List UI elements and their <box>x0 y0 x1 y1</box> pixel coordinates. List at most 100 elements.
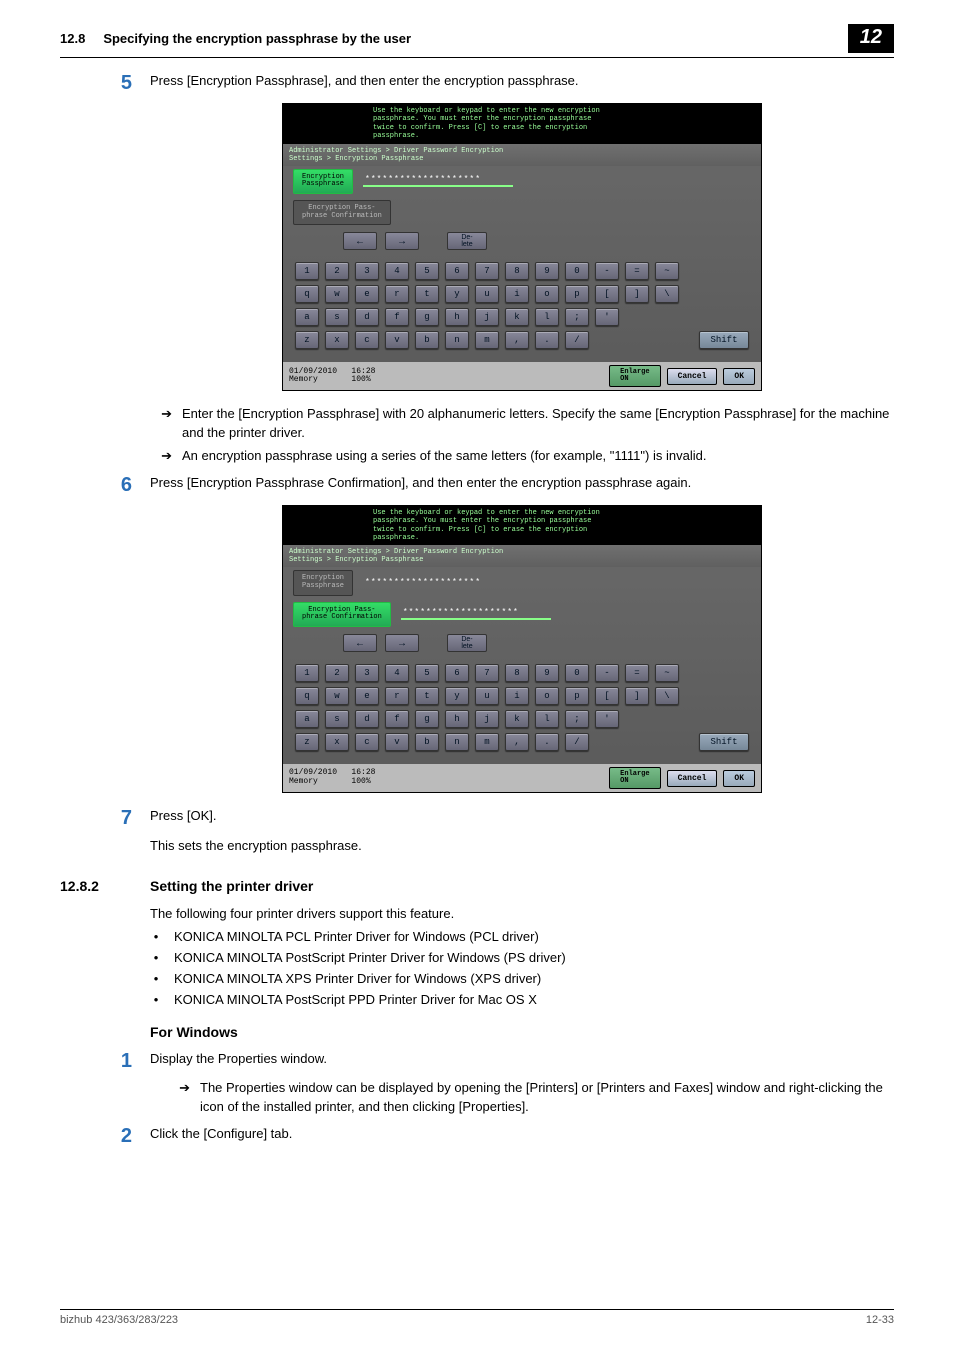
key-q[interactable]: q <box>295 285 319 303</box>
key-l[interactable]: l <box>535 710 559 728</box>
key-9[interactable]: 9 <box>535 262 559 280</box>
key-w[interactable]: w <box>325 687 349 705</box>
key-8[interactable]: 8 <box>505 664 529 682</box>
cancel-button[interactable]: Cancel <box>667 770 718 787</box>
ok-button[interactable]: OK <box>723 368 755 385</box>
key-n[interactable]: n <box>445 733 469 751</box>
key-m[interactable]: m <box>475 733 499 751</box>
key-3[interactable]: 3 <box>355 664 379 682</box>
key-1[interactable]: 1 <box>295 664 319 682</box>
enlarge-button[interactable]: Enlarge ON <box>609 365 660 387</box>
key-h[interactable]: h <box>445 710 469 728</box>
arrow-right-key[interactable]: → <box>385 634 419 652</box>
key-f[interactable]: f <box>385 308 409 326</box>
key-p[interactable]: p <box>565 285 589 303</box>
key-0[interactable]: 0 <box>565 262 589 280</box>
arrow-left-key[interactable]: ← <box>343 634 377 652</box>
encryption-passphrase-tab[interactable]: Encryption Passphrase <box>293 169 353 194</box>
key-=[interactable]: = <box>625 664 649 682</box>
key-4[interactable]: 4 <box>385 262 409 280</box>
key-y[interactable]: y <box>445 687 469 705</box>
key-g[interactable]: g <box>415 710 439 728</box>
key-j[interactable]: j <box>475 308 499 326</box>
key-~[interactable]: ~ <box>655 664 679 682</box>
ok-button[interactable]: OK <box>723 770 755 787</box>
key-t[interactable]: t <box>415 285 439 303</box>
key-o[interactable]: o <box>535 285 559 303</box>
key--[interactable]: - <box>595 262 619 280</box>
enlarge-button[interactable]: Enlarge ON <box>609 767 660 789</box>
shift-key[interactable]: Shift <box>699 331 749 349</box>
key-3[interactable]: 3 <box>355 262 379 280</box>
key-'[interactable]: ' <box>595 308 619 326</box>
encryption-passphrase-confirm-tab[interactable]: Encryption Pass- phrase Confirmation <box>293 602 391 627</box>
key-2[interactable]: 2 <box>325 262 349 280</box>
key-o[interactable]: o <box>535 687 559 705</box>
key-.[interactable]: . <box>535 331 559 349</box>
delete-key[interactable]: De- lete <box>447 232 487 250</box>
key-z[interactable]: z <box>295 733 319 751</box>
key-~[interactable]: ~ <box>655 262 679 280</box>
key-r[interactable]: r <box>385 687 409 705</box>
key-,[interactable]: , <box>505 733 529 751</box>
key-.[interactable]: . <box>535 733 559 751</box>
key-c[interactable]: c <box>355 733 379 751</box>
key-x[interactable]: x <box>325 733 349 751</box>
key-a[interactable]: a <box>295 710 319 728</box>
key-g[interactable]: g <box>415 308 439 326</box>
encryption-passphrase-tab[interactable]: Encryption Passphrase <box>293 570 353 595</box>
key-'[interactable]: ' <box>595 710 619 728</box>
key-n[interactable]: n <box>445 331 469 349</box>
key-\[interactable]: \ <box>655 285 679 303</box>
key-t[interactable]: t <box>415 687 439 705</box>
key-/[interactable]: / <box>565 733 589 751</box>
key-4[interactable]: 4 <box>385 664 409 682</box>
cancel-button[interactable]: Cancel <box>667 368 718 385</box>
key-q[interactable]: q <box>295 687 319 705</box>
key-i[interactable]: i <box>505 285 529 303</box>
key-u[interactable]: u <box>475 285 499 303</box>
key--[interactable]: - <box>595 664 619 682</box>
key-d[interactable]: d <box>355 308 379 326</box>
key-e[interactable]: e <box>355 285 379 303</box>
key-9[interactable]: 9 <box>535 664 559 682</box>
arrow-right-key[interactable]: → <box>385 232 419 250</box>
key-a[interactable]: a <box>295 308 319 326</box>
key-8[interactable]: 8 <box>505 262 529 280</box>
key-b[interactable]: b <box>415 733 439 751</box>
key-7[interactable]: 7 <box>475 262 499 280</box>
key-=[interactable]: = <box>625 262 649 280</box>
arrow-left-key[interactable]: ← <box>343 232 377 250</box>
key-h[interactable]: h <box>445 308 469 326</box>
key-][interactable]: ] <box>625 687 649 705</box>
key-[[interactable]: [ <box>595 687 619 705</box>
key-y[interactable]: y <box>445 285 469 303</box>
key-6[interactable]: 6 <box>445 262 469 280</box>
key-;[interactable]: ; <box>565 710 589 728</box>
key-v[interactable]: v <box>385 733 409 751</box>
key-u[interactable]: u <box>475 687 499 705</box>
key-\[interactable]: \ <box>655 687 679 705</box>
key-5[interactable]: 5 <box>415 664 439 682</box>
shift-key[interactable]: Shift <box>699 733 749 751</box>
key-s[interactable]: s <box>325 710 349 728</box>
key-k[interactable]: k <box>505 308 529 326</box>
delete-key[interactable]: De- lete <box>447 634 487 652</box>
key-l[interactable]: l <box>535 308 559 326</box>
key-7[interactable]: 7 <box>475 664 499 682</box>
key-j[interactable]: j <box>475 710 499 728</box>
key-p[interactable]: p <box>565 687 589 705</box>
key-i[interactable]: i <box>505 687 529 705</box>
key-1[interactable]: 1 <box>295 262 319 280</box>
key-f[interactable]: f <box>385 710 409 728</box>
key-5[interactable]: 5 <box>415 262 439 280</box>
key-[[interactable]: [ <box>595 285 619 303</box>
key-b[interactable]: b <box>415 331 439 349</box>
key-0[interactable]: 0 <box>565 664 589 682</box>
key-2[interactable]: 2 <box>325 664 349 682</box>
key-d[interactable]: d <box>355 710 379 728</box>
key-;[interactable]: ; <box>565 308 589 326</box>
key-r[interactable]: r <box>385 285 409 303</box>
encryption-passphrase-confirm-tab[interactable]: Encryption Pass- phrase Confirmation <box>293 200 391 225</box>
key-k[interactable]: k <box>505 710 529 728</box>
